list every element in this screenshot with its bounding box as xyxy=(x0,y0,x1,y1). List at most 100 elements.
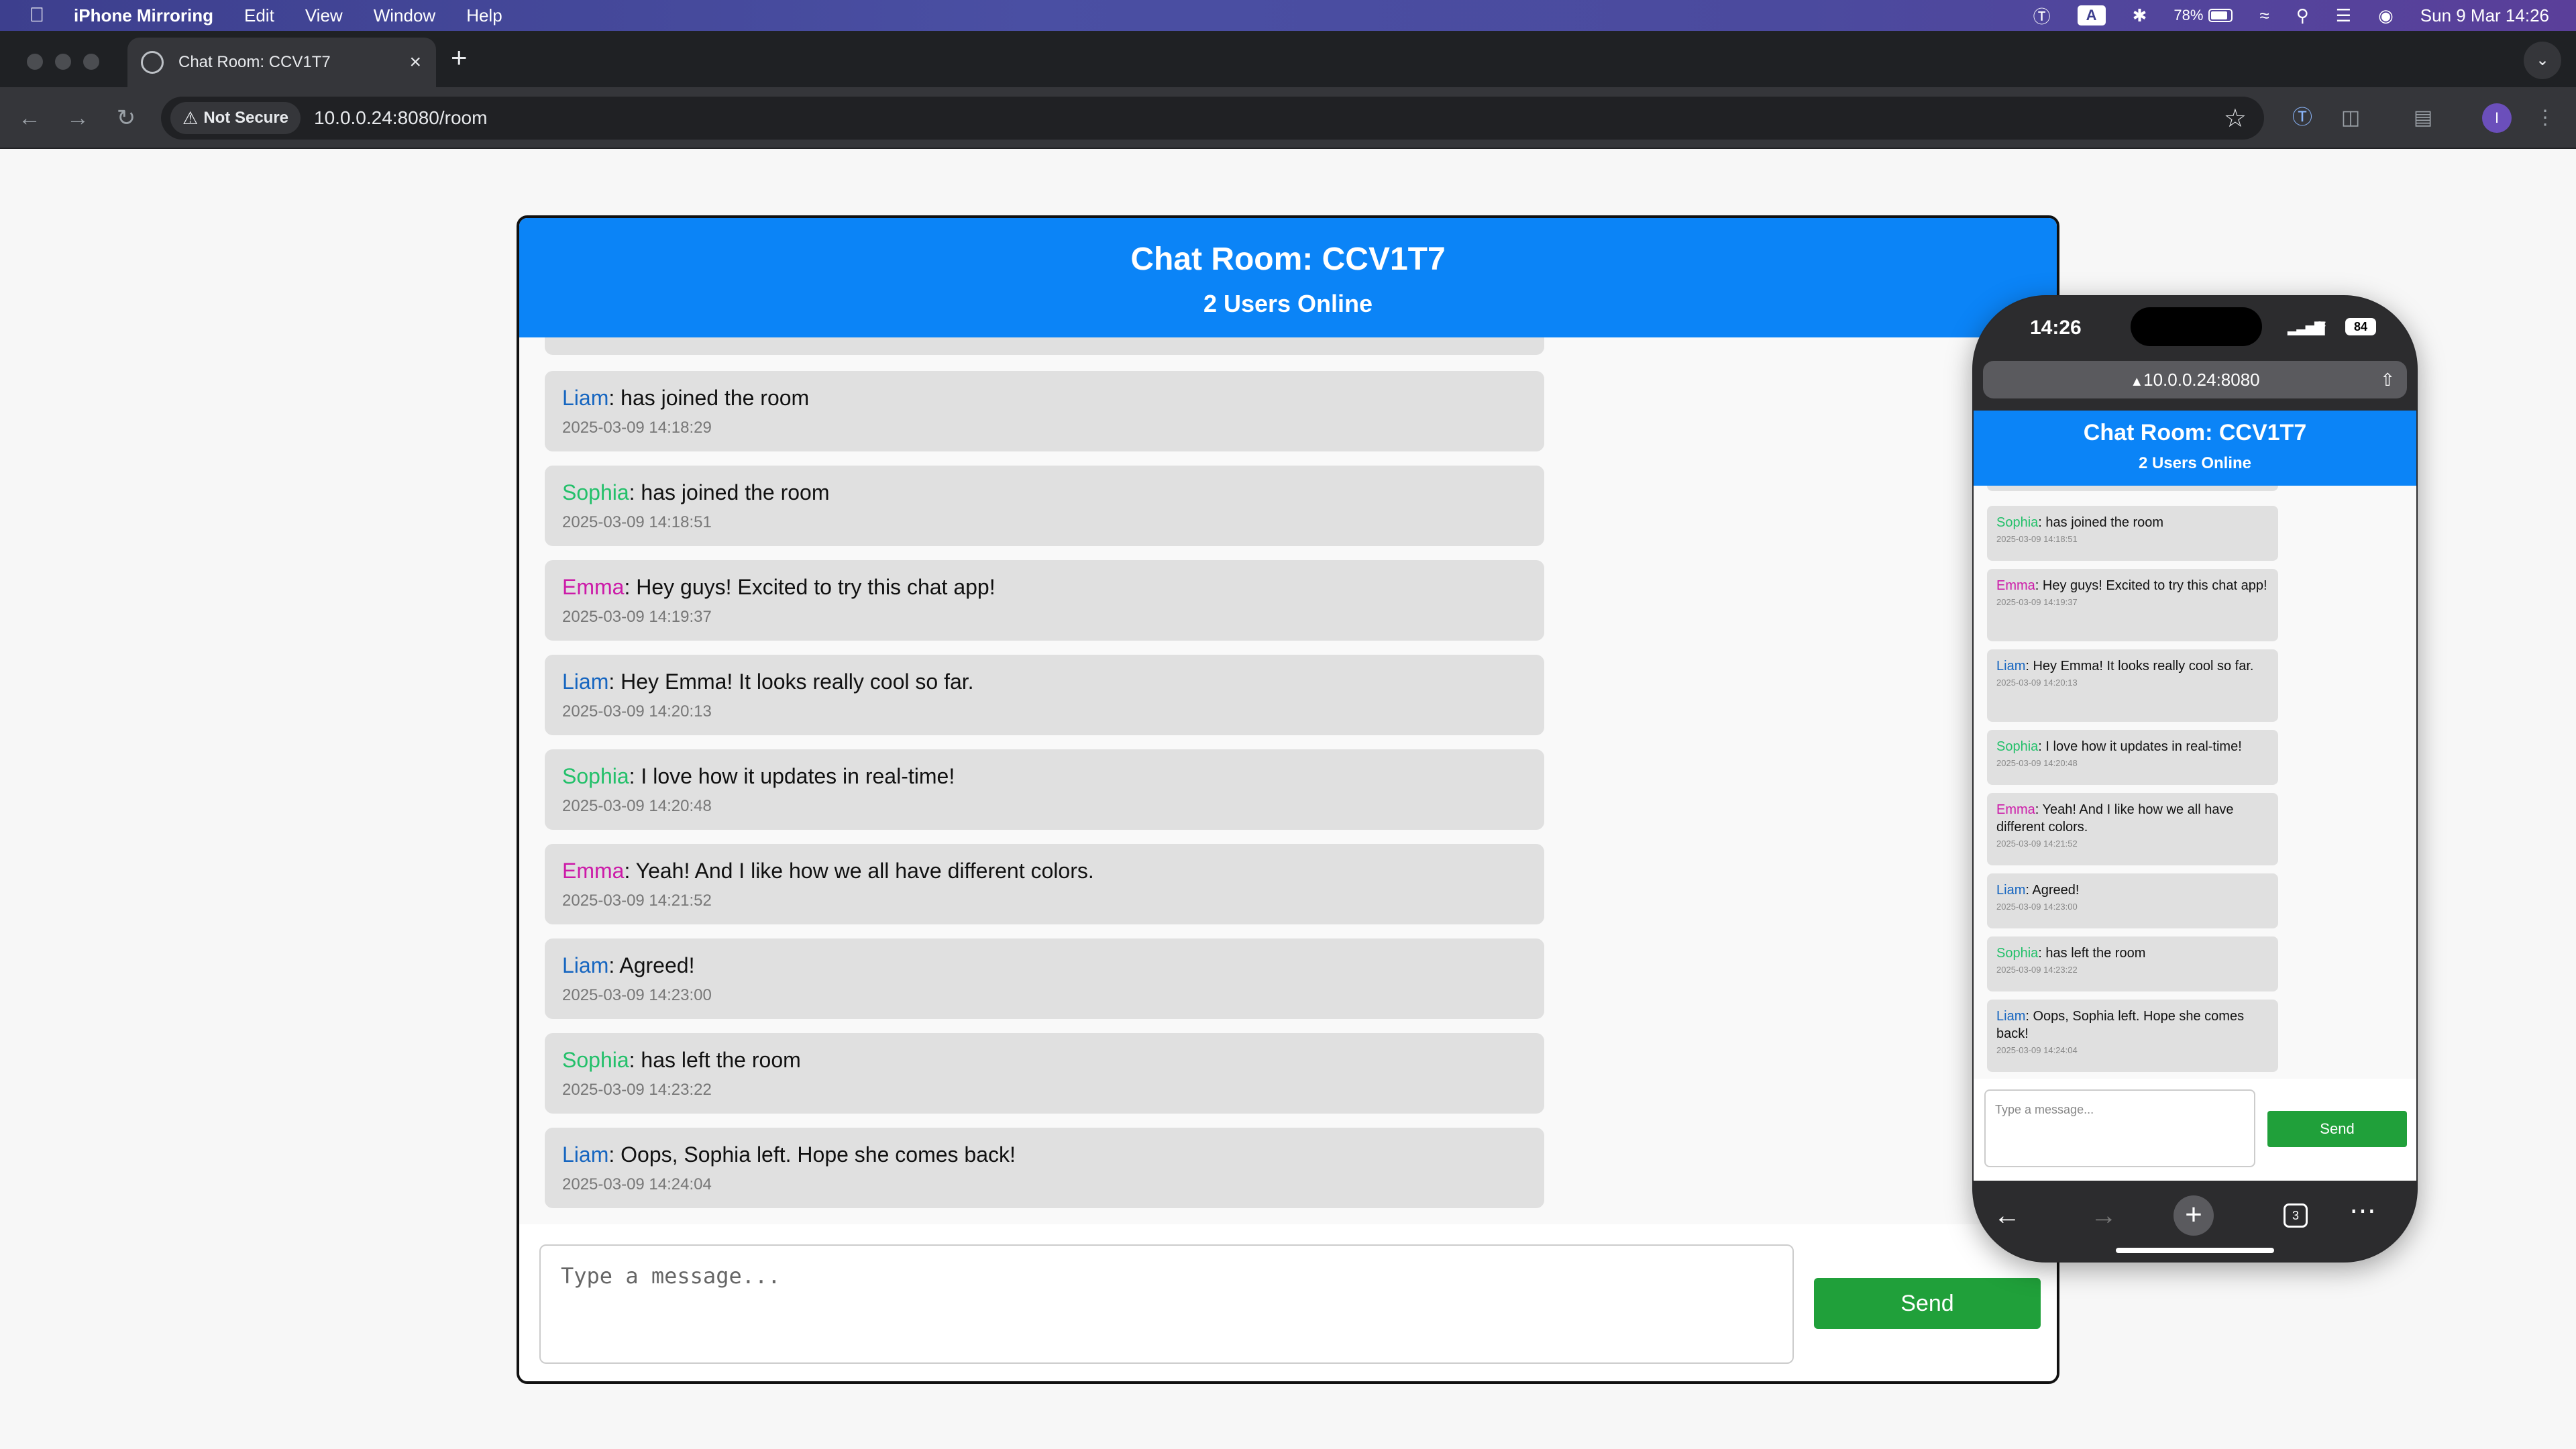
iphone-status-bar: 14:26 ▂▃▅▇ ≈ 84 xyxy=(1974,297,2416,357)
message-timestamp: 2025-03-09 14:20:13 xyxy=(562,702,712,720)
new-tab-button[interactable]: + xyxy=(451,42,468,74)
warning-triangle-icon: ⚠ xyxy=(182,107,199,128)
dynamic-island xyxy=(2131,307,2262,346)
browser-toolbar: ← → ↻ ⚠ Not Secure 10.0.0.24:8080/room ☆… xyxy=(0,87,2576,149)
message-item: Sophia: I love how it updates in real-ti… xyxy=(1987,730,2278,785)
battery-icon xyxy=(2208,9,2233,22)
message-timestamp: 2025-03-09 14:23:00 xyxy=(1996,902,2078,912)
message-username: Liam xyxy=(562,1142,609,1167)
phone-send-button[interactable]: Send xyxy=(2267,1111,2407,1147)
siri-icon[interactable]: ◉ xyxy=(2378,5,2394,26)
apple-menu-icon[interactable]:  xyxy=(0,4,74,27)
menu-view[interactable]: View xyxy=(305,5,343,26)
side-panel-icon[interactable]: ▤ xyxy=(2408,103,2438,133)
message-username: Emma xyxy=(1996,578,2035,593)
menu-help[interactable]: Help xyxy=(466,5,502,26)
menu-edit[interactable]: Edit xyxy=(244,5,274,26)
spotlight-search-icon[interactable]: ⚲ xyxy=(2296,5,2309,26)
message-item: Liam: Oops, Sophia left. Hope she comes … xyxy=(1987,1000,2278,1072)
safari-forward-icon[interactable]: → xyxy=(2084,1195,2124,1236)
message-item: Sophia: has joined the room 2025-03-09 1… xyxy=(545,466,1544,546)
password-extension-icon[interactable]: Ⓣ xyxy=(2288,103,2317,133)
safari-new-tab-icon[interactable]: + xyxy=(2174,1195,2214,1236)
wifi-icon[interactable]: ≈ xyxy=(2259,5,2269,26)
message-text: : Hey guys! Excited to try this chat app… xyxy=(2035,578,2267,593)
battery-percent: 78% xyxy=(2174,7,2204,23)
message-text: : Hey guys! Excited to try this chat app… xyxy=(624,575,996,599)
message-username: Sophia xyxy=(1996,946,2039,961)
message-item: Emma: Hey guys! Excited to try this chat… xyxy=(1987,569,2278,641)
message-text: : I love how it updates in real-time! xyxy=(629,764,955,788)
message-item: Liam: Hey Emma! It looks really cool so … xyxy=(545,655,1544,735)
tab-title: Chat Room: CCV1T7 xyxy=(178,53,331,71)
tab-chat-room[interactable]: Chat Room: CCV1T7 × xyxy=(127,38,436,87)
bluetooth-icon[interactable]: ✱ xyxy=(2133,5,2147,26)
message-item: Sophia: has joined the room 2025-03-09 1… xyxy=(1987,506,2278,561)
phone-message-list[interactable]: Sophia: has joined the room 2025-03-09 1… xyxy=(1974,486,2416,1079)
message-timestamp: 2025-03-09 14:18:51 xyxy=(562,513,712,531)
message-list[interactable]: Liam : has joined the room 2025-03-09 14:… xyxy=(519,337,2057,1224)
iphone-mirroring-window[interactable]: 14:26 ▂▃▅▇ ≈ 84 ▲10.0.0.24:8080 ⇧ Chat R… xyxy=(1972,295,2418,1263)
battery-status[interactable]: 78% xyxy=(2174,7,2233,24)
safari-back-icon[interactable]: ← xyxy=(1987,1195,2027,1236)
message-timestamp: 2025-03-09 14:23:00 xyxy=(562,986,712,1004)
message-text: : Agreed! xyxy=(608,953,695,977)
extensions-puzzle-icon[interactable]: ◫ xyxy=(2336,103,2365,133)
send-button[interactable]: Send xyxy=(1814,1278,2041,1329)
message-item: Sophia: has left the room 2025-03-09 14:… xyxy=(545,1033,1544,1114)
message-username: Liam xyxy=(1996,1009,2026,1024)
home-indicator[interactable] xyxy=(2116,1248,2274,1253)
zoom-window-button[interactable] xyxy=(83,54,99,70)
chat-window: Chat Room: CCV1T7 2 Users Online Liam: h… xyxy=(517,215,2059,1384)
menu-window[interactable]: Window xyxy=(374,5,435,26)
iphone-time: 14:26 xyxy=(2030,317,2082,339)
url-text[interactable]: 10.0.0.24:8080/room xyxy=(314,107,487,129)
iphone-battery: 84 xyxy=(2345,318,2376,335)
message-timestamp: 2025-03-09 14:23:22 xyxy=(1996,965,2078,975)
message-username: Emma xyxy=(1996,802,2035,817)
chat-room-title: Chat Room: CCV1T7 xyxy=(1130,241,1446,277)
iphone-screen: 14:26 ▂▃▅▇ ≈ 84 ▲10.0.0.24:8080 ⇧ Chat R… xyxy=(1974,297,2416,1261)
message-username: Sophia xyxy=(562,764,629,788)
password-manager-icon[interactable]: Ⓣ xyxy=(2033,3,2051,28)
message-username: Liam xyxy=(1996,883,2026,898)
phone-message-input[interactable]: Type a message... xyxy=(1984,1089,2255,1167)
message-item: Liam: Agreed! 2025-03-09 14:23:00 xyxy=(545,938,1544,1019)
safari-tabs-button[interactable]: 3 xyxy=(2284,1203,2308,1228)
message-timestamp: 2025-03-09 14:20:13 xyxy=(1996,678,2078,688)
tab-search-chevron-icon[interactable]: ⌄ xyxy=(2524,42,2561,79)
input-source-icon[interactable]: A xyxy=(2077,5,2106,25)
control-center-icon[interactable]: ☰ xyxy=(2336,5,2351,26)
message-timestamp: 2025-03-09 14:21:52 xyxy=(562,892,712,910)
menubar-clock[interactable]: Sun 9 Mar 14:26 xyxy=(2420,5,2549,26)
message-timestamp: 2025-03-09 14:20:48 xyxy=(1996,758,2078,768)
message-timestamp: 2025-03-09 14:18:51 xyxy=(1996,534,2078,544)
security-chip[interactable]: ⚠ Not Secure xyxy=(170,102,301,134)
bookmark-star-icon[interactable]: ☆ xyxy=(2224,103,2247,133)
message-item: Sophia: has left the room 2025-03-09 14:… xyxy=(1987,936,2278,991)
message-username: Emma xyxy=(562,859,625,883)
message-text: : has joined the room xyxy=(629,480,830,504)
menu-app-name[interactable]: iPhone Mirroring xyxy=(74,5,213,26)
safari-url: 10.0.0.24:8080 xyxy=(2143,370,2260,390)
reload-icon[interactable]: ↻ xyxy=(109,101,144,136)
browser-menu-icon[interactable]: ⋮ xyxy=(2530,103,2560,133)
back-arrow-icon[interactable]: ← xyxy=(12,101,47,136)
close-window-button[interactable] xyxy=(27,54,43,70)
share-icon[interactable]: ⇧ xyxy=(2380,361,2395,398)
message-username: Liam xyxy=(1996,659,2026,674)
message-text: : I love how it updates in real-time! xyxy=(2038,739,2242,754)
message-partial xyxy=(545,337,1544,355)
safari-more-icon[interactable]: ⋯ xyxy=(2349,1195,2377,1226)
close-tab-icon[interactable]: × xyxy=(409,51,421,74)
security-label: Not Secure xyxy=(203,109,289,127)
message-timestamp: 2025-03-09 14:23:22 xyxy=(562,1081,712,1099)
forward-arrow-icon[interactable]: → xyxy=(60,101,95,136)
minimize-window-button[interactable] xyxy=(55,54,71,70)
profile-avatar[interactable]: I xyxy=(2482,103,2512,133)
safari-address-bar[interactable]: ▲10.0.0.24:8080 ⇧ xyxy=(1983,361,2407,398)
message-item: Liam: Hey Emma! It looks really cool so … xyxy=(1987,649,2278,722)
message-text: : has left the room xyxy=(2038,946,2146,961)
message-input[interactable] xyxy=(539,1244,1794,1364)
address-bar[interactable]: ⚠ Not Secure 10.0.0.24:8080/room ☆ xyxy=(161,97,2264,140)
